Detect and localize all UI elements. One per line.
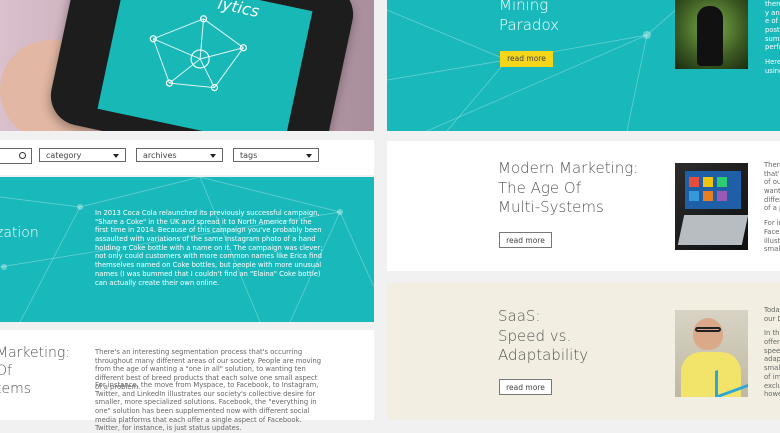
left-article-title-line: Marketing: bbox=[0, 345, 71, 361]
glasses-graphic bbox=[695, 327, 721, 332]
tags-select[interactable]: tags bbox=[233, 148, 319, 162]
excerpt-line: speed bbox=[764, 346, 780, 355]
article-card-mining: Mining Paradox read more there y and e o… bbox=[387, 0, 780, 131]
hero-image: lytics bbox=[0, 0, 374, 131]
saas-read-more-button[interactable]: read more bbox=[499, 379, 552, 395]
excerpt-line: using bbox=[765, 66, 780, 75]
left-article-title-line: Of bbox=[0, 363, 12, 380]
excerpt-line: exclu bbox=[764, 381, 780, 390]
excerpt-line: e of bbox=[765, 17, 778, 26]
excerpt-line: In the bbox=[764, 329, 780, 338]
featured-title-fragment: zation bbox=[0, 225, 39, 241]
excerpt-line: of a p bbox=[764, 204, 780, 213]
mining-title-line: Paradox bbox=[499, 15, 560, 34]
left-article-para2: For instance, the move from Myspace, to … bbox=[95, 381, 319, 433]
mining-title-line: Mining bbox=[499, 0, 549, 14]
modern-marketing-title-line: Multi-Systems bbox=[498, 198, 604, 216]
mining-thumbnail[interactable] bbox=[675, 0, 748, 69]
mining-read-more-button[interactable]: read more bbox=[500, 51, 553, 67]
left-article-panel: Marketing: Of tems There's an interestin… bbox=[0, 330, 374, 432]
person-silhouette bbox=[697, 6, 723, 66]
chevron-down-icon bbox=[113, 154, 119, 158]
laptop-screen-graphic bbox=[685, 171, 741, 209]
category-select-label: category bbox=[46, 151, 82, 160]
excerpt-line: Faceb bbox=[764, 227, 780, 236]
person-head-graphic bbox=[693, 318, 723, 350]
excerpt-line: For in bbox=[764, 219, 780, 228]
archives-select[interactable]: archives bbox=[136, 148, 223, 162]
excerpt-line: wantir bbox=[764, 187, 780, 196]
featured-excerpt: In 2013 Coca Cola relaunched its previou… bbox=[95, 209, 323, 287]
saas-title: SaaS: Speed vs. Adaptability bbox=[498, 307, 588, 366]
excerpt-line: our D bbox=[764, 314, 780, 323]
excerpt-line: posts bbox=[765, 26, 780, 35]
modern-marketing-thumbnail[interactable] bbox=[675, 163, 749, 250]
excerpt-line: of im bbox=[764, 372, 780, 381]
excerpt-line: that's bbox=[764, 169, 780, 178]
excerpt-line: differ bbox=[764, 195, 780, 204]
modern-marketing-title-line: Modern Marketing: bbox=[498, 159, 639, 177]
excerpt-line: Today bbox=[764, 306, 780, 314]
archives-select-label: archives bbox=[143, 151, 177, 160]
featured-article-panel: zation In 2013 Coca Cola relaunched its … bbox=[0, 177, 374, 322]
article-card-saas: SaaS: Speed vs. Adaptability read more T… bbox=[387, 283, 780, 420]
excerpt-line: Here bbox=[765, 58, 780, 67]
saas-excerpt: Today our D In the offeri speed adapt sm… bbox=[764, 306, 780, 399]
saas-title-line: Speed vs. bbox=[498, 326, 572, 345]
excerpt-line: perfo bbox=[765, 43, 780, 52]
chevron-down-icon bbox=[210, 154, 216, 158]
excerpt-line: small bbox=[764, 245, 780, 254]
excerpt-line: y and bbox=[765, 8, 780, 17]
mining-title: Mining Paradox bbox=[499, 0, 559, 35]
left-article-title-line: tems bbox=[0, 381, 32, 398]
mining-excerpt: there y and e of posts summ perfo Here u… bbox=[765, 0, 780, 76]
search-icon[interactable] bbox=[19, 152, 26, 159]
excerpt-line: summ bbox=[765, 34, 780, 43]
saas-title-line: SaaS: bbox=[498, 307, 541, 325]
excerpt-line: howe bbox=[764, 390, 780, 399]
excerpt-line: illustr bbox=[764, 236, 780, 245]
modern-marketing-title-line: The Age Of bbox=[498, 178, 582, 197]
tags-select-label: tags bbox=[240, 151, 258, 160]
modern-marketing-read-more-button[interactable]: read more bbox=[499, 232, 552, 248]
modern-marketing-title: Modern Marketing: The Age Of Multi-Syste… bbox=[498, 159, 638, 218]
chevron-down-icon bbox=[306, 154, 312, 158]
saas-title-line: Adaptability bbox=[498, 346, 589, 364]
excerpt-line: there bbox=[765, 0, 780, 8]
network-graphic bbox=[149, 15, 247, 92]
saas-thumbnail[interactable] bbox=[675, 310, 748, 397]
search-input[interactable] bbox=[0, 148, 32, 164]
article-card-modern-marketing: Modern Marketing: The Age Of Multi-Syste… bbox=[387, 141, 780, 271]
laptop-keyboard-graphic bbox=[677, 215, 749, 245]
excerpt-line: of our bbox=[764, 178, 780, 187]
category-select[interactable]: category bbox=[39, 148, 126, 162]
excerpt-line: small bbox=[764, 364, 780, 373]
modern-marketing-excerpt: There that's of our wantir differ of a p… bbox=[764, 161, 780, 254]
excerpt-line: adapt bbox=[764, 355, 780, 364]
left-article-title: Marketing: Of tems bbox=[0, 344, 70, 399]
phone-screen: lytics bbox=[97, 0, 313, 131]
excerpt-line: There bbox=[764, 161, 780, 169]
excerpt-line: offeri bbox=[764, 338, 780, 347]
